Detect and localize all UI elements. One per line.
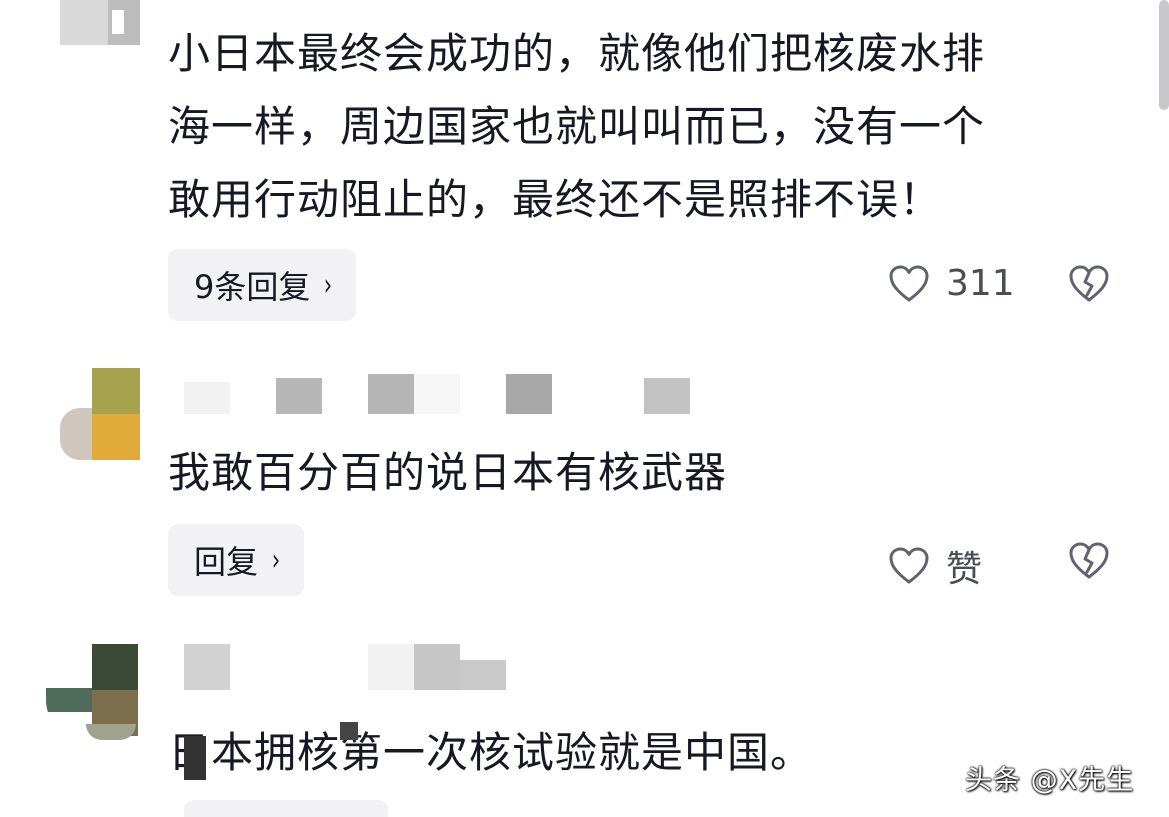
comment-line: 海一样，周边国家也就叫叫而已，没有一个 xyxy=(168,102,986,151)
like-count: 311 xyxy=(946,263,1015,304)
comment-line: 我敢百分百的说日本有核武器 xyxy=(168,448,728,497)
blur-patch xyxy=(184,736,206,780)
like-label: 赞 xyxy=(946,549,983,590)
avatar[interactable] xyxy=(60,0,140,45)
avatar[interactable] xyxy=(46,644,138,740)
comment-line: 敢用行动阻止的，最终还不是照排不误！ xyxy=(168,175,943,224)
blur-patch xyxy=(340,722,358,740)
like-button[interactable]: 311 xyxy=(888,263,1015,304)
dislike-button[interactable] xyxy=(1068,541,1110,585)
reply-button[interactable]: 回复 › xyxy=(168,524,305,596)
heart-outline-icon xyxy=(889,265,929,301)
comment-line: 日本拥核第一次核试验就是中国。 xyxy=(168,728,814,777)
comment-line: 小日本最终会成功的，就像他们把核废水排 xyxy=(168,29,986,78)
watermark: 头条 @X先生 xyxy=(965,765,1135,796)
broken-heart-icon xyxy=(1069,265,1109,302)
comment-text: 日本拥核第一次核试验就是中国。 xyxy=(168,716,813,789)
reply-label: 9条回复 xyxy=(194,268,311,306)
like-button[interactable]: 赞 xyxy=(888,540,982,592)
broken-heart-icon xyxy=(1069,542,1109,579)
reply-label: 回复 xyxy=(194,543,259,581)
avatar[interactable] xyxy=(60,368,140,460)
view-replies-button[interactable]: 9条回复 › xyxy=(168,249,357,321)
chevron-right-icon: › xyxy=(271,542,281,578)
chevron-right-icon: › xyxy=(324,267,333,303)
comment-text: 小日本最终会成功的，就像他们把核废水排 海一样，周边国家也就叫叫而已，没有一个 … xyxy=(168,17,985,236)
heart-outline-icon xyxy=(889,547,929,584)
scrollbar[interactable] xyxy=(1159,0,1169,110)
comment-text: 我敢百分百的说日本有核武器 xyxy=(168,436,727,509)
reply-button-partial[interactable] xyxy=(184,800,388,817)
dislike-button[interactable] xyxy=(1068,264,1110,308)
